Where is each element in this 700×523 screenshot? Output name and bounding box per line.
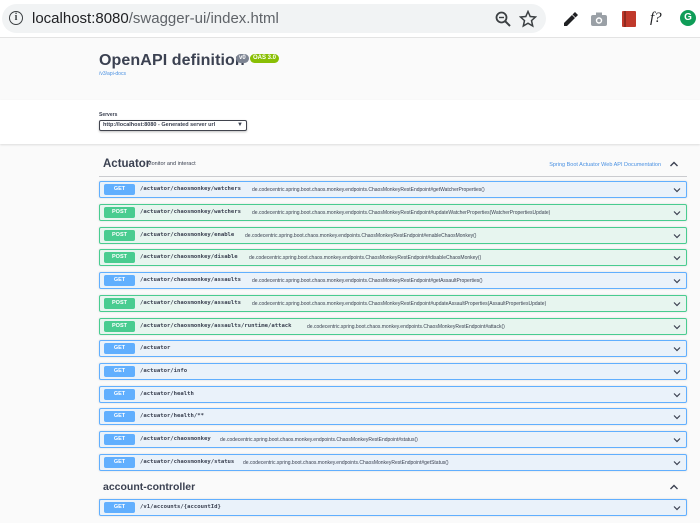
- method-badge: GET: [104, 184, 135, 195]
- method-badge: GET: [104, 502, 135, 513]
- operation-get-actuator[interactable]: GET /actuator: [99, 340, 687, 357]
- url-host: localhost:8080: [32, 10, 129, 27]
- chevron-up-icon[interactable]: [669, 159, 679, 169]
- method-badge: GET: [104, 275, 135, 286]
- method-badge: POST: [104, 321, 135, 332]
- chevron-down-icon: [673, 393, 681, 398]
- operation-summary: de.codecentric.spring.boot.chaos.monkey.…: [245, 232, 477, 239]
- api-docs-link[interactable]: /v3/api-docs: [99, 71, 126, 77]
- operation-post-assaults-runtime-attack[interactable]: POST /actuator/chaosmonkey/assaults/runt…: [99, 318, 687, 335]
- chevron-down-icon: [673, 370, 681, 375]
- tag-name: Actuator: [103, 158, 151, 170]
- chevron-down-icon: [673, 438, 681, 443]
- address-bar[interactable]: i localhost:8080/swagger-ui/index.html: [2, 4, 546, 33]
- tag-external-docs-link[interactable]: Spring Boot Actuator Web API Documentati…: [549, 162, 661, 168]
- operation-path: /actuator/chaosmonkey/assaults/runtime/a…: [140, 323, 292, 329]
- operation-path: /actuator/chaosmonkey/disable: [140, 254, 238, 260]
- operation-path: /actuator/chaosmonkey/assaults: [140, 277, 242, 283]
- method-badge: POST: [104, 252, 135, 263]
- operation-path: /actuator/health: [140, 391, 194, 397]
- operation-path: /actuator/chaosmonkey/watchers: [140, 186, 242, 192]
- operation-post-chaosmonkey-watchers[interactable]: POST /actuator/chaosmonkey/watchers de.c…: [99, 204, 687, 221]
- url-path: /swagger-ui/index.html: [128, 10, 279, 27]
- bookmark-star-icon[interactable]: [519, 10, 537, 28]
- operation-get-chaosmonkey-watchers[interactable]: GET /actuator/chaosmonkey/watchers de.co…: [99, 181, 687, 198]
- operation-path: /actuator/chaosmonkey/watchers: [140, 209, 242, 215]
- chevron-down-icon: [673, 506, 681, 511]
- operation-summary: de.codecentric.spring.boot.chaos.monkey.…: [252, 209, 551, 216]
- operation-summary: de.codecentric.spring.boot.chaos.monkey.…: [243, 459, 449, 466]
- formula-extension-icon[interactable]: f?: [650, 9, 670, 29]
- method-badge: POST: [104, 230, 135, 241]
- operation-path: /actuator: [140, 345, 171, 351]
- method-badge: GET: [104, 366, 135, 377]
- version-badge: v0: [236, 54, 249, 63]
- operation-summary: de.codecentric.spring.boot.chaos.monkey.…: [252, 277, 483, 284]
- url-text[interactable]: localhost:8080/swagger-ui/index.html: [32, 10, 279, 27]
- operation-path: /v1/accounts/{accountId}: [140, 504, 221, 510]
- tag-header-account-controller[interactable]: account-controller: [99, 476, 687, 500]
- page-title: OpenAPI definition: [99, 52, 245, 69]
- operation-post-chaosmonkey-assaults[interactable]: POST /actuator/chaosmonkey/assaults de.c…: [99, 295, 687, 312]
- operation-post-chaosmonkey-enable[interactable]: POST /actuator/chaosmonkey/enable de.cod…: [99, 227, 687, 244]
- operation-get-chaosmonkey-assaults[interactable]: GET /actuator/chaosmonkey/assaults de.co…: [99, 272, 687, 289]
- method-badge: GET: [104, 411, 135, 422]
- eyedropper-icon[interactable]: [561, 9, 581, 29]
- operation-summary: de.codecentric.spring.boot.chaos.monkey.…: [220, 436, 418, 443]
- red-book-icon[interactable]: [619, 9, 639, 29]
- chevron-down-icon: [673, 188, 681, 193]
- camera-icon[interactable]: [589, 9, 609, 29]
- grammarly-extension-icon[interactable]: G: [680, 10, 696, 26]
- servers-bar: Servers http://localhost:8080 - Generate…: [0, 100, 700, 144]
- operation-summary: de.codecentric.spring.boot.chaos.monkey.…: [249, 254, 482, 261]
- chevron-down-icon: [673, 211, 681, 216]
- chevron-down-icon: [673, 347, 681, 352]
- method-badge: GET: [104, 457, 135, 468]
- method-badge: GET: [104, 434, 135, 445]
- chevron-up-icon[interactable]: [669, 482, 679, 492]
- method-badge: POST: [104, 298, 135, 309]
- chevron-down-icon: [673, 461, 681, 466]
- servers-select[interactable]: http://localhost:8080 - Generated server…: [99, 120, 247, 131]
- operation-path: /actuator/chaosmonkey/status: [140, 459, 235, 465]
- api-info: OpenAPI definition v0 OAS 3.0 /v3/api-do…: [0, 38, 700, 100]
- method-badge: POST: [104, 207, 135, 218]
- operation-path: /actuator/chaosmonkey: [140, 436, 211, 442]
- operation-path: /actuator/chaosmonkey/enable: [140, 232, 235, 238]
- chevron-down-icon: [673, 415, 681, 420]
- method-badge: GET: [104, 343, 135, 354]
- servers-selected-value: http://localhost:8080 - Generated server…: [103, 122, 216, 128]
- servers-label: Servers: [99, 112, 118, 118]
- tag-header-actuator[interactable]: Actuator Monitor and interact Spring Boo…: [99, 153, 687, 177]
- operation-summary: de.codecentric.spring.boot.chaos.monkey.…: [252, 186, 485, 193]
- chevron-down-icon: ▼: [237, 122, 243, 128]
- method-badge: GET: [104, 389, 135, 400]
- oas-badge: OAS 3.0: [250, 54, 280, 63]
- operation-path: /actuator/health/**: [140, 413, 204, 419]
- operation-path: /actuator/info: [140, 368, 188, 374]
- tag-name: account-controller: [103, 481, 196, 493]
- chevron-down-icon: [673, 302, 681, 307]
- operation-get-actuator-health[interactable]: GET /actuator/health: [99, 386, 687, 403]
- operation-path: /actuator/chaosmonkey/assaults: [140, 300, 242, 306]
- operation-get-chaosmonkey[interactable]: GET /actuator/chaosmonkey de.codecentric…: [99, 431, 687, 448]
- operation-summary: de.codecentric.spring.boot.chaos.monkey.…: [307, 323, 505, 330]
- chevron-down-icon: [673, 234, 681, 239]
- operation-get-actuator-info[interactable]: GET /actuator/info: [99, 363, 687, 380]
- chevron-down-icon: [673, 325, 681, 330]
- operation-get-account-by-id[interactable]: GET /v1/accounts/{accountId}: [99, 499, 687, 516]
- chevron-down-icon: [673, 279, 681, 284]
- browser-toolbar: i localhost:8080/swagger-ui/index.html f…: [0, 0, 700, 38]
- operation-summary: de.codecentric.spring.boot.chaos.monkey.…: [252, 300, 547, 307]
- tag-description: Monitor and interact: [147, 161, 196, 167]
- operation-post-chaosmonkey-disable[interactable]: POST /actuator/chaosmonkey/disable de.co…: [99, 249, 687, 266]
- zoom-icon[interactable]: [494, 10, 512, 28]
- operation-get-actuator-health-wildcard[interactable]: GET /actuator/health/**: [99, 408, 687, 425]
- site-info-icon[interactable]: i: [9, 11, 23, 25]
- operation-get-chaosmonkey-status[interactable]: GET /actuator/chaosmonkey/status de.code…: [99, 454, 687, 471]
- chevron-down-icon: [673, 256, 681, 261]
